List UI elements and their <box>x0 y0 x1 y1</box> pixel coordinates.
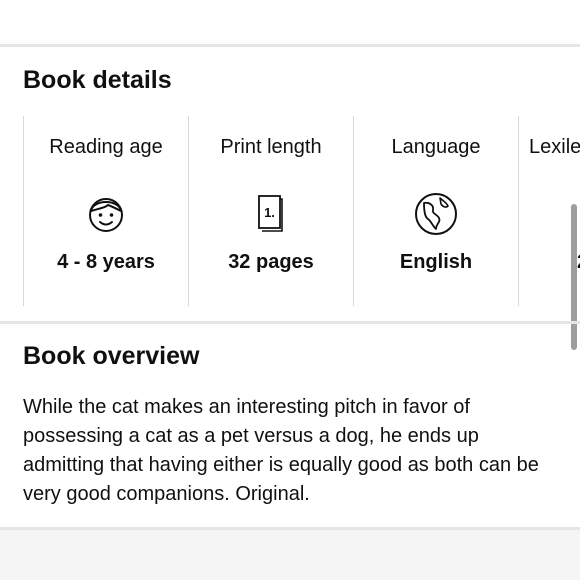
reading-age-value: 4 - 8 years <box>57 251 155 273</box>
language-label: Language <box>391 136 481 158</box>
language-card: Language English <box>353 116 518 306</box>
reading-age-label: Reading age <box>49 136 163 158</box>
print-length-label: Print length <box>220 136 322 158</box>
book-details-carousel[interactable]: Reading age 4 - 8 years Print length 1. … <box>23 116 580 308</box>
page-count-icon: 1. <box>258 195 283 232</box>
section-divider <box>0 44 580 47</box>
top-band <box>0 0 580 44</box>
reading-age-card: Reading age 4 - 8 years <box>23 116 188 306</box>
bottom-band <box>0 530 580 580</box>
vertical-scrollbar[interactable] <box>571 204 577 350</box>
product-page: Book details Reading age 4 - 8 years Pri… <box>0 0 580 580</box>
section-divider <box>0 321 580 324</box>
page-count-icon-text: 1. <box>264 205 275 220</box>
print-length-card: Print length 1. 32 pages <box>188 116 353 306</box>
book-overview-heading: Book overview <box>23 342 200 370</box>
book-details-heading: Book details <box>23 66 172 94</box>
globe-icon <box>415 193 457 235</box>
lexile-label: Lexile <box>529 136 580 158</box>
language-value: English <box>399 251 473 273</box>
print-length-value: 32 pages <box>228 251 314 273</box>
child-face-icon <box>89 198 123 232</box>
book-overview-text: While the cat makes an interesting pitch… <box>23 396 539 505</box>
